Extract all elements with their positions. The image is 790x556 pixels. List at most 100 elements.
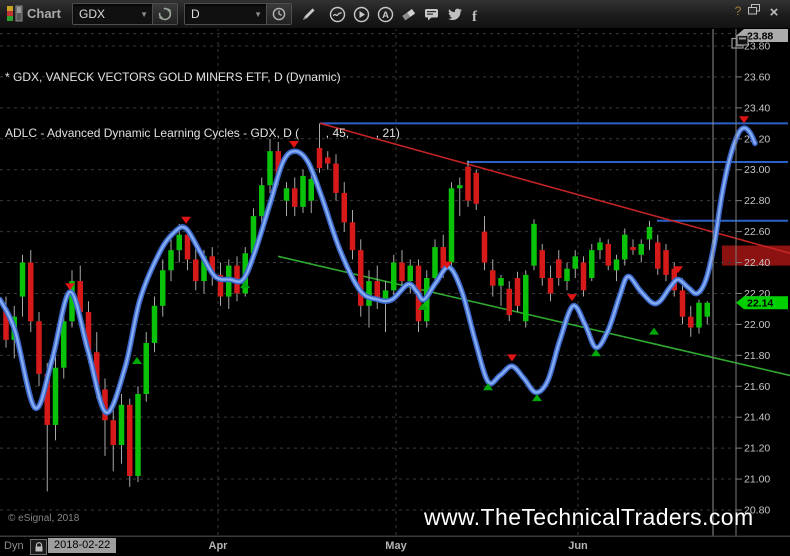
candle-body <box>111 420 117 445</box>
svg-text:f: f <box>472 8 478 22</box>
candle-body <box>688 317 694 328</box>
x-axis-label-may: May <box>381 540 411 552</box>
cycle-bottom-marker <box>532 394 542 401</box>
y-axis-tick-label: 21.20 <box>744 443 770 455</box>
y-axis-tick-label: 21.80 <box>744 350 770 362</box>
candle-body <box>581 263 587 291</box>
auto-letter-icon: A <box>377 6 394 23</box>
symbol-input[interactable]: GDX <box>73 7 136 21</box>
y-axis-tick-label: 22.80 <box>744 195 770 207</box>
candle-body <box>498 278 504 286</box>
symbol-dropdown-caret[interactable]: ▼ <box>136 10 152 19</box>
candle-body <box>655 242 661 268</box>
candle-body <box>556 259 562 278</box>
candle-body <box>696 303 702 328</box>
chat-button[interactable] <box>422 5 440 23</box>
indicator-title: ADLC - Advanced Dynamic Learning Cycles … <box>5 124 400 143</box>
interval-dropdown-caret[interactable]: ▼ <box>250 10 266 19</box>
candle-body <box>309 179 315 201</box>
x-axis-label-apr: Apr <box>203 540 233 552</box>
y-axis-tick-label: 23.60 <box>744 71 770 83</box>
candle-body <box>135 394 141 476</box>
y-axis-tick-label: 21.60 <box>744 381 770 393</box>
candle-body <box>482 232 488 263</box>
twitter-icon <box>446 6 463 23</box>
candle-body <box>259 185 265 216</box>
play-icon <box>353 6 370 23</box>
candle-body <box>28 263 34 322</box>
candle-body <box>20 263 26 297</box>
candle-body <box>540 250 546 278</box>
twitter-share-button[interactable] <box>445 5 463 23</box>
candle-body <box>333 164 339 193</box>
start-date-box[interactable]: 2018-02-22 <box>48 538 116 553</box>
candle-body <box>449 188 455 262</box>
y-axis-tick-label: 22.40 <box>744 257 770 269</box>
chart-window-icon <box>6 4 24 29</box>
candle-body <box>432 247 438 278</box>
candle-body <box>185 235 191 260</box>
candle-body <box>457 185 463 188</box>
y-axis-tick-label: 23.00 <box>744 164 770 176</box>
symbol-title: * GDX, VANECK VECTORS GOLD MINERS ETF, D… <box>5 68 400 87</box>
facebook-icon: f <box>466 6 483 23</box>
candle-body <box>630 247 636 250</box>
y-axis-tick-label: 22.60 <box>744 226 770 238</box>
candle-body <box>358 250 364 306</box>
pencil-icon <box>301 6 317 22</box>
candle-body <box>152 306 158 343</box>
candle-body <box>680 290 686 316</box>
cycle-top-marker <box>181 217 191 224</box>
candle-body <box>639 244 645 255</box>
pane-restore-button[interactable] <box>730 34 750 56</box>
interval-input[interactable]: D <box>185 7 250 21</box>
close-button[interactable]: × <box>766 4 782 21</box>
help-button[interactable]: ? <box>730 4 746 18</box>
esignal-chart-window: { "window": { "app_label": "Chart", "hel… <box>0 0 790 555</box>
cycle-top-marker <box>739 116 749 123</box>
dyn-mode-label[interactable]: Dyn <box>4 540 24 552</box>
restore-icon <box>748 4 760 15</box>
candle-body <box>300 176 306 207</box>
candle-body <box>127 405 133 476</box>
cycle-bottom-marker <box>591 349 601 356</box>
candle-body <box>399 263 405 282</box>
candle-body <box>144 343 150 394</box>
candle-body <box>193 259 199 281</box>
restore-window-button[interactable] <box>746 4 762 18</box>
symbol-reload-button[interactable] <box>153 4 177 24</box>
candle-body <box>597 242 603 250</box>
candle-body <box>523 275 529 321</box>
candle-body <box>391 263 397 291</box>
symbol-entry-group: GDX ▼ <box>72 3 178 25</box>
copyright-label: © eSignal, 2018 <box>8 513 79 524</box>
lock-icon[interactable] <box>30 539 47 555</box>
candle-body <box>622 235 628 260</box>
candle-body <box>160 270 166 306</box>
candle-body <box>465 167 471 201</box>
cycle-bottom-marker <box>132 357 142 364</box>
candle-body <box>606 244 612 266</box>
symbol-reload-icon <box>158 7 172 21</box>
draw-pencil-button[interactable] <box>300 5 318 23</box>
candle-body <box>531 224 537 266</box>
pane-restore-icon <box>730 34 750 51</box>
facebook-share-button[interactable]: f <box>465 5 483 23</box>
candle-body <box>614 259 620 270</box>
eraser-button[interactable] <box>399 5 417 23</box>
candle-body <box>36 321 42 374</box>
candle-body <box>663 250 669 275</box>
auto-analysis-button[interactable]: A <box>376 5 394 23</box>
svg-text:23.88: 23.88 <box>747 31 773 43</box>
svg-text:A: A <box>382 10 389 21</box>
toolbar: Chart GDX ▼ D ▼ <box>0 0 790 29</box>
time-axis-bar: Dyn 2018-02-22 Apr May Jun <box>0 536 790 556</box>
chat-bubble-icon <box>423 6 440 23</box>
curve-tool-button[interactable] <box>328 5 346 23</box>
candle-body <box>490 270 496 285</box>
time-template-button[interactable] <box>267 4 291 24</box>
x-axis-label-jun: Jun <box>563 540 593 552</box>
candle-body <box>474 173 480 204</box>
watermark-label: www.TheTechnicalTraders.com <box>424 504 754 531</box>
play-button[interactable] <box>352 5 370 23</box>
